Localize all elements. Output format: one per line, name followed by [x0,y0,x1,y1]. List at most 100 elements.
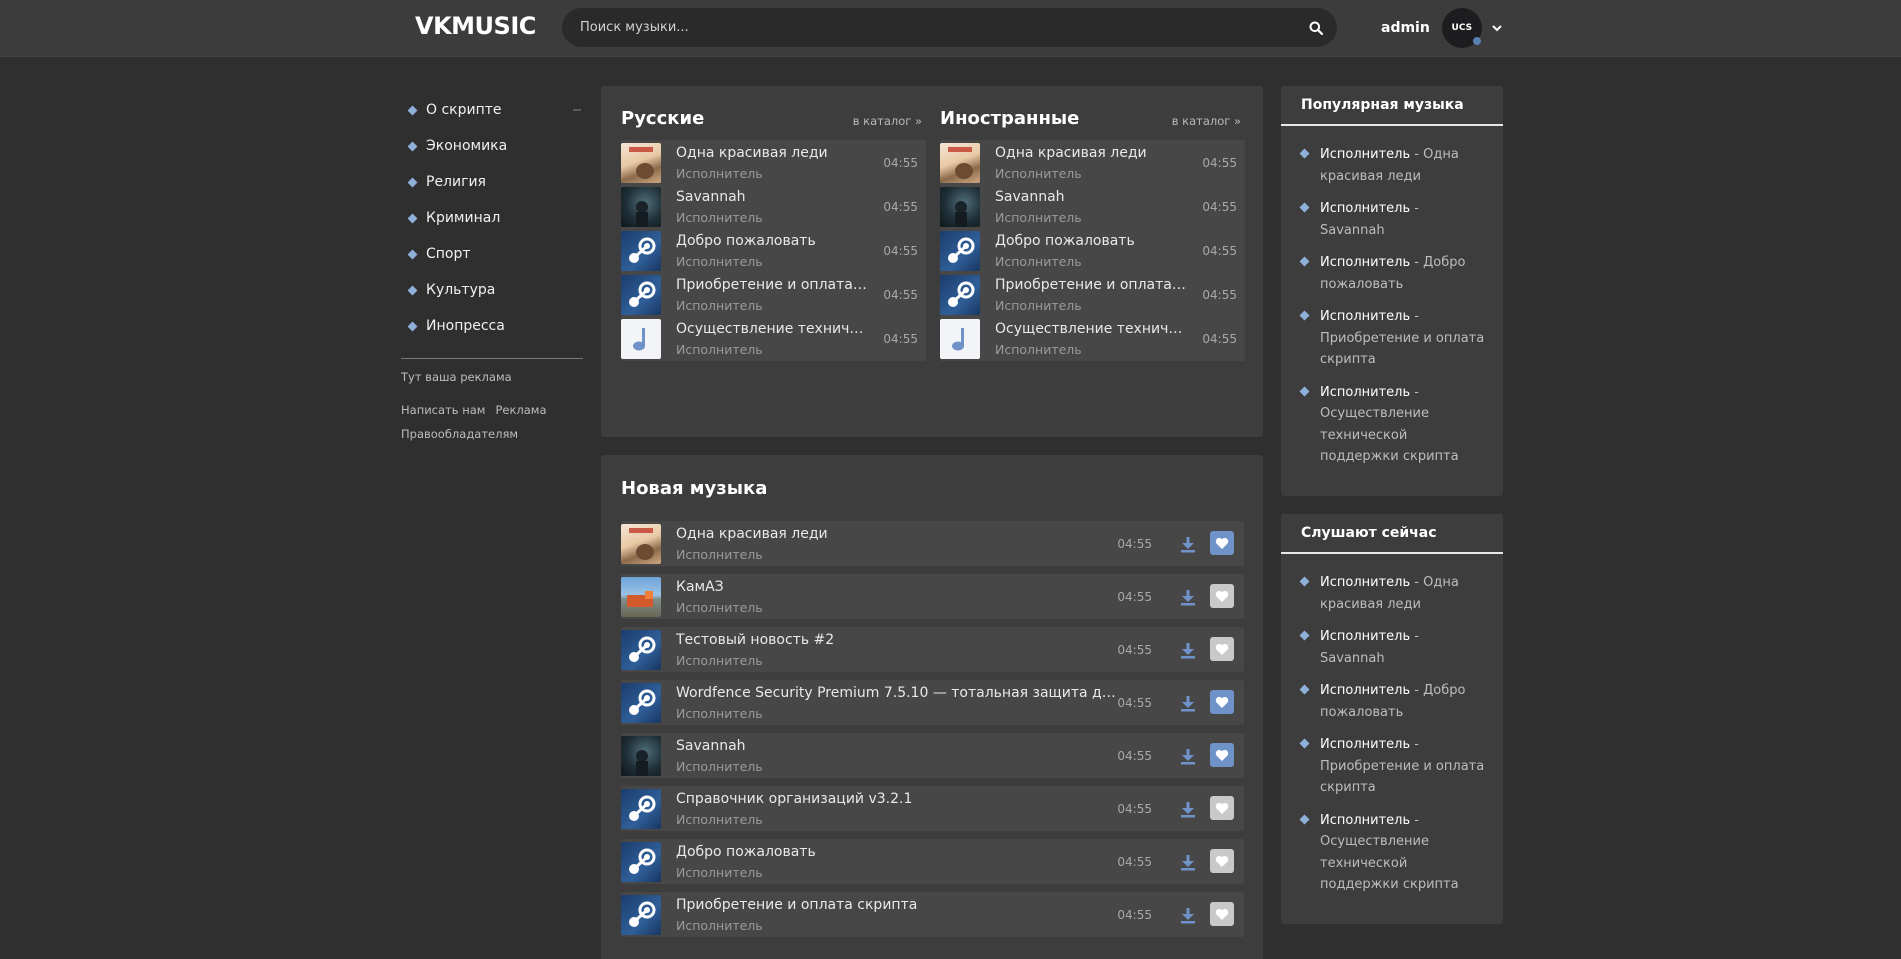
russian-catalog-link[interactable]: в каталог » [853,114,922,128]
user-menu[interactable]: admin UCS [1381,8,1504,48]
track-title: Savannah [676,738,746,754]
collapse-icon[interactable] [573,108,581,111]
download-icon[interactable] [1178,852,1198,872]
download-icon[interactable] [1178,587,1198,607]
russian-title: Русские [621,108,705,129]
foreign-track-row[interactable]: Одна красивая леди Исполнитель 04:55 [940,140,1245,185]
new-track-row[interactable]: КамАЗ Исполнитель 04:55 [621,574,1244,619]
sidebar-ad-text[interactable]: Тут ваша реклама [401,370,583,384]
heart-icon[interactable] [1210,743,1234,767]
download-icon[interactable] [1178,746,1198,766]
download-icon[interactable] [1178,534,1198,554]
album-cover-icon [940,319,980,359]
listening-list-item[interactable]: Исполнитель - Осуществление технической … [1299,810,1485,896]
diamond-bullet-icon [1299,738,1310,749]
list-item-separator: - [1410,629,1419,644]
listening-list-item[interactable]: Исполнитель - Добро пожаловать [1299,680,1485,723]
track-duration: 04:55 [1117,537,1152,551]
search-button[interactable] [1305,17,1327,39]
track-artist: Исполнитель [676,653,763,668]
diamond-bullet-icon [407,213,418,223]
diamond-bullet-icon [407,285,418,295]
contact-link[interactable]: Написать нам [401,403,485,417]
heart-icon[interactable] [1210,902,1234,926]
new-track-row[interactable]: Добро пожаловать Исполнитель 04:55 [621,839,1244,884]
sidebar-item-religion[interactable]: Религия [401,164,583,200]
heart-icon[interactable] [1210,849,1234,873]
russian-track-row[interactable]: Осуществление техничес... Исполнитель 04:5… [621,316,926,361]
track-duration: 04:55 [883,200,918,214]
popular-list-item[interactable]: Исполнитель - Приобретение и оплата скри… [1299,306,1485,371]
list-item-song: Savannah [1320,222,1385,238]
download-icon[interactable] [1178,640,1198,660]
sidebar-item-economy[interactable]: Экономика [401,128,583,164]
track-title: Добро пожаловать [995,233,1135,249]
search-input[interactable] [580,8,1280,47]
russian-track-row[interactable]: Добро пожаловать Исполнитель 04:55 [621,228,926,273]
download-icon[interactable] [1178,905,1198,925]
track-duration: 04:55 [1117,590,1152,604]
heart-icon[interactable] [1210,531,1234,555]
list-item-song: Осуществление технической поддержки скри… [1320,406,1459,464]
copyright-holders-link[interactable]: Правообладателям [401,427,518,441]
diamond-bullet-icon [1299,256,1310,267]
listening-list-item[interactable]: Исполнитель - Приобретение и оплата скри… [1299,734,1485,799]
track-artist: Исполнитель [995,166,1082,181]
track-artist: Исполнитель [676,812,763,827]
advertising-link[interactable]: Реклама [495,403,546,417]
track-title: Приобретение и оплата с... [676,277,871,293]
download-icon[interactable] [1178,799,1198,819]
track-duration: 04:55 [883,332,918,346]
track-title: Приобретение и оплата скрипта [676,897,918,913]
list-item-song: Приобретение и оплата скрипта [1320,758,1485,796]
sidebar-item-about[interactable]: О скрипте [401,92,583,128]
russian-track-row[interactable]: Одна красивая леди Исполнитель 04:55 [621,140,926,185]
avatar[interactable]: UCS [1441,8,1482,48]
sidebar-item-sport[interactable]: Спорт [401,236,583,272]
list-item-separator: - [1410,384,1419,400]
diamond-bullet-icon [1299,576,1310,587]
popular-list-item[interactable]: Исполнитель - Добро пожаловать [1299,252,1485,295]
popular-widget: Популярная музыка Исполнитель - Одна кра… [1281,86,1503,496]
user-dropdown-toggle[interactable] [1490,21,1504,35]
foreign-catalog-link[interactable]: в каталог » [1172,114,1241,128]
sidebar-item-culture[interactable]: Культура [401,272,583,308]
heart-icon[interactable] [1210,690,1234,714]
russian-track-row[interactable]: Savannah Исполнитель 04:55 [621,184,926,229]
album-cover-icon [621,524,661,564]
russian-track-row[interactable]: Приобретение и оплата с... Исполнитель 04:… [621,272,926,317]
list-item-artist: Исполнитель [1320,629,1411,644]
listening-list-item[interactable]: Исполнитель - Одна красивая леди [1299,572,1485,615]
new-track-row[interactable]: Приобретение и оплата скрипта Исполнитель… [621,892,1244,937]
new-track-row[interactable]: Справочник организаций v3.2.1 Исполнитель… [621,786,1244,831]
track-artist: Исполнитель [995,298,1082,313]
site-logo[interactable]: VKMUSIC [415,12,536,40]
foreign-track-row[interactable]: Добро пожаловать Исполнитель 04:55 [940,228,1245,273]
new-track-row[interactable]: Savannah Исполнитель 04:55 [621,733,1244,778]
new-track-row[interactable]: Wordfence Security Premium 7.5.10 — тота… [621,680,1244,725]
foreign-track-row[interactable]: Осуществление техничес... Исполнитель 04:5… [940,316,1245,361]
foreign-track-row[interactable]: Приобретение и оплата с... Исполнитель 04:… [940,272,1245,317]
new-track-row[interactable]: Одна красивая леди Исполнитель 04:55 [621,521,1244,566]
listening-list-item[interactable]: Исполнитель - Savannah [1299,626,1485,669]
heart-icon[interactable] [1210,637,1234,661]
sidebar-item-crime[interactable]: Криминал [401,200,583,236]
user-name[interactable]: admin [1381,20,1430,36]
album-cover-icon [621,789,661,829]
download-icon[interactable] [1178,693,1198,713]
heart-icon[interactable] [1210,584,1234,608]
track-artist: Исполнитель [995,342,1082,357]
list-item-artist: Исполнитель [1320,309,1411,324]
popular-list-item[interactable]: Исполнитель - Осуществление технической … [1299,382,1485,468]
heart-icon[interactable] [1210,796,1234,820]
album-cover-icon [621,736,661,776]
foreign-track-row[interactable]: Savannah Исполнитель 04:55 [940,184,1245,229]
sidebar-item-inopressa[interactable]: Инопресса [401,308,583,344]
new-track-row[interactable]: Тестовый новость #2 Исполнитель 04:55 [621,627,1244,672]
list-item-separator: - [1410,683,1424,698]
list-item-separator: - [1410,812,1419,828]
track-duration: 04:55 [883,156,918,170]
popular-list-item[interactable]: Исполнитель - Savannah [1299,198,1485,241]
album-cover-icon [940,231,980,271]
popular-list-item[interactable]: Исполнитель - Одна красивая леди [1299,144,1485,187]
